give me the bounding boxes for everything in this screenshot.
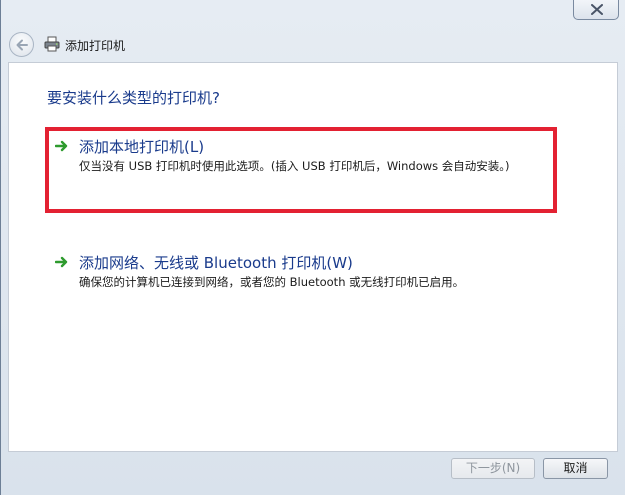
back-arrow-icon: [16, 39, 28, 51]
close-button[interactable]: [573, 0, 619, 20]
back-button[interactable]: [9, 32, 34, 57]
green-arrow-icon: [55, 256, 68, 268]
option-local-description: 仅当没有 USB 打印机时使用此选项。(插入 USB 打印机后，Windows …: [79, 159, 510, 173]
option-network-description: 确保您的计算机已连接到网络，或者您的 Bluetooth 或无线打印机已启用。: [79, 275, 465, 289]
add-printer-window: 添加打印机 要安装什么类型的打印机? 添加本地打印机(L) 仅当没有 USB 打…: [0, 0, 625, 495]
option-add-local-printer[interactable]: 添加本地打印机(L) 仅当没有 USB 打印机时使用此选项。(插入 USB 打印…: [45, 127, 557, 213]
option-local-label: 添加本地打印机(L): [79, 138, 205, 156]
content-panel: 要安装什么类型的打印机? 添加本地打印机(L) 仅当没有 USB 打印机时使用此…: [8, 62, 618, 452]
cancel-button[interactable]: 取消: [543, 458, 608, 479]
window-title: 添加打印机: [65, 39, 126, 53]
next-button[interactable]: 下一步(N): [451, 458, 535, 479]
page-question: 要安装什么类型的打印机?: [47, 89, 220, 107]
printer-icon: [44, 36, 60, 52]
close-icon: [591, 4, 603, 15]
option-network-label: 添加网络、无线或 Bluetooth 打印机(W): [79, 254, 353, 272]
green-arrow-icon: [55, 140, 68, 152]
option-add-network-printer[interactable]: 添加网络、无线或 Bluetooth 打印机(W) 确保您的计算机已连接到网络，…: [49, 247, 569, 307]
